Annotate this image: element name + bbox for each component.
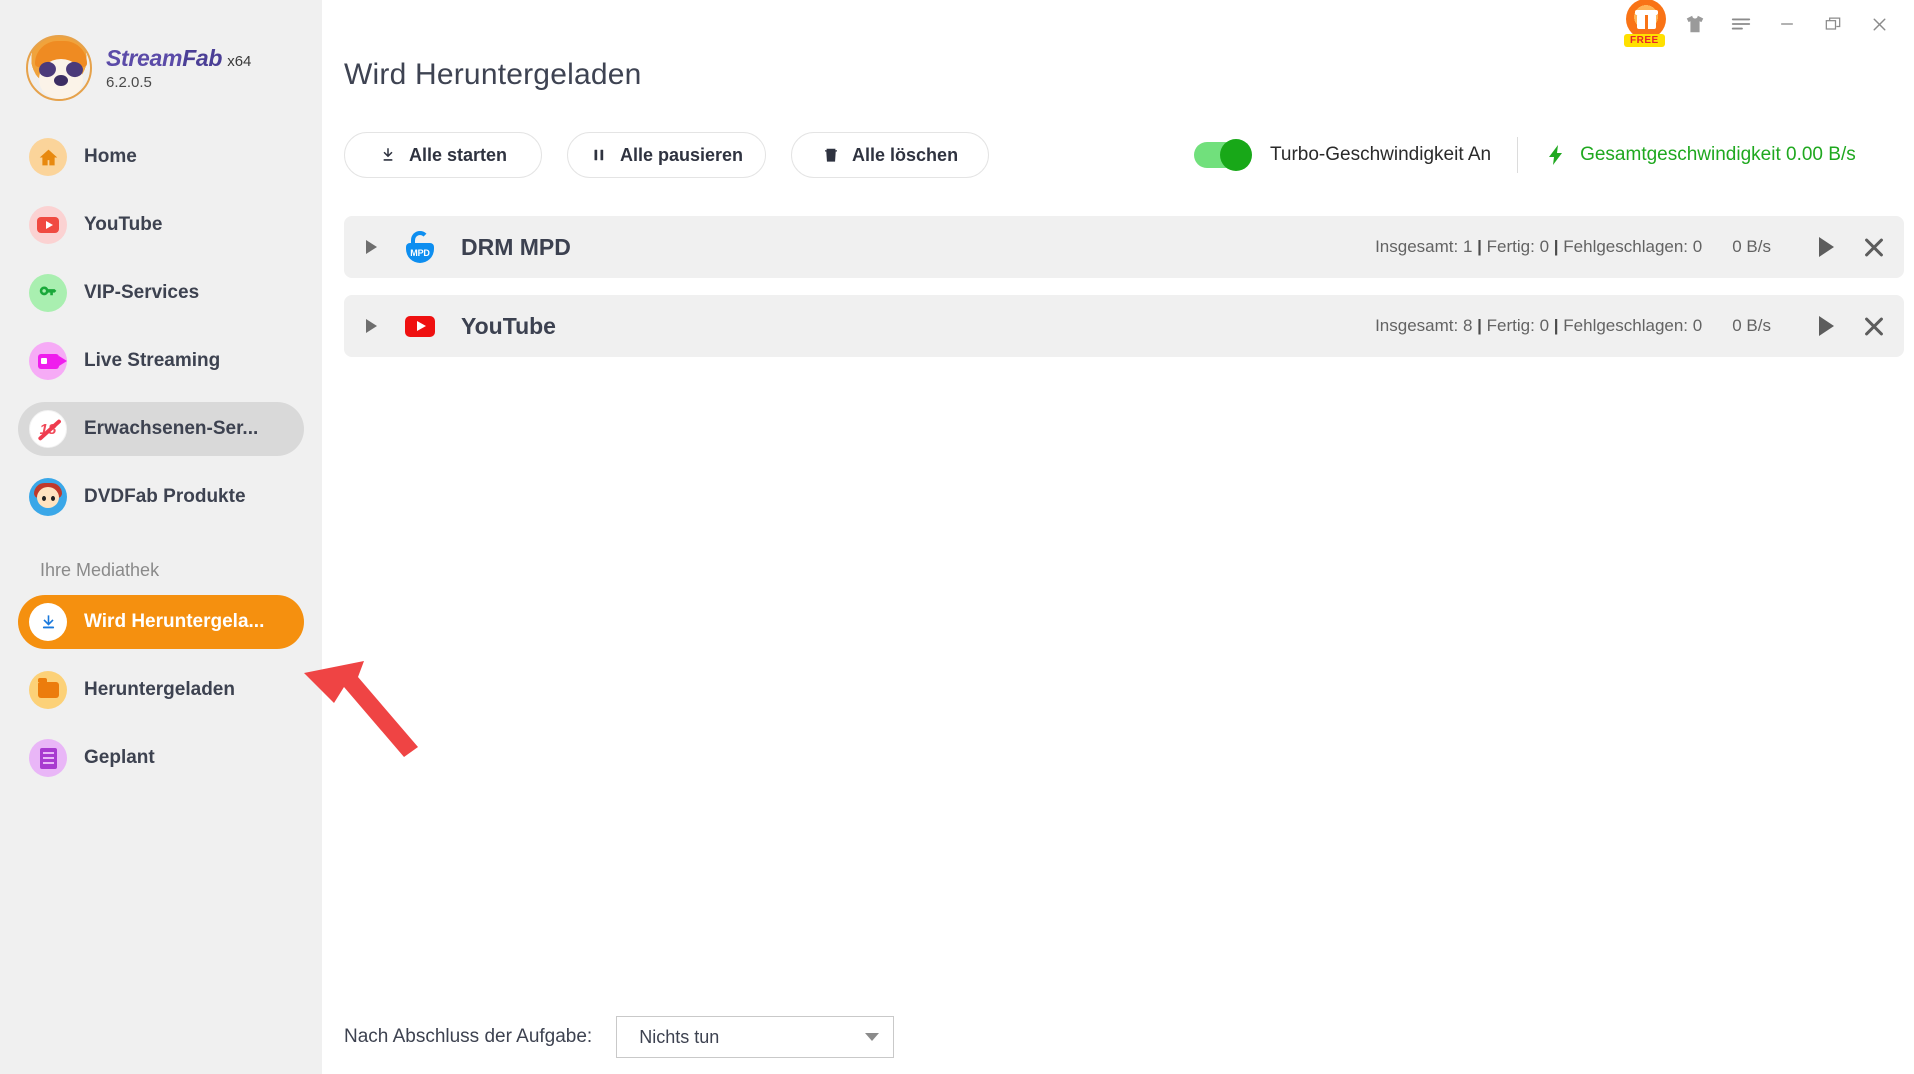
brand-version: 6.2.0.5 — [106, 73, 152, 91]
close-icon[interactable] — [1862, 314, 1886, 338]
failed-label: Fehlgeschlagen: — [1563, 237, 1689, 256]
total-label: Insgesamt: — [1375, 237, 1459, 256]
sidebar-section-label: Ihre Mediathek — [40, 560, 160, 580]
sidebar: StreamFab x64 6.2.0.5 Home YouTube VIP-S… — [0, 0, 322, 1074]
table-row[interactable]: YouTube Insgesamt: 8 | Fertig: 0 | Fehlg… — [344, 295, 1904, 357]
sidebar-item-home[interactable]: Home — [18, 130, 304, 184]
sidebar-item-label: Geplant — [84, 747, 155, 768]
total-label: Insgesamt: — [1375, 316, 1459, 335]
pause-icon — [590, 146, 608, 164]
turbo-speed-toggle[interactable] — [1194, 139, 1252, 171]
download-group-list: MPD DRM MPD Insgesamt: 1 | Fertig: 0 | F… — [344, 216, 1914, 357]
chevron-right-icon[interactable] — [366, 240, 377, 254]
app-brand: StreamFab x64 6.2.0.5 — [0, 0, 322, 108]
page-title: Wird Heruntergeladen — [344, 58, 642, 91]
after-task-value: Nichts tun — [639, 1026, 720, 1047]
close-icon[interactable] — [1856, 4, 1902, 44]
sidebar-item-erwachsenen-services[interactable]: 18 Erwachsenen-Ser... — [18, 402, 304, 456]
sidebar-item-label: Wird Heruntergela... — [84, 611, 265, 632]
start-all-button[interactable]: Alle starten — [344, 132, 542, 178]
sidebar-nav: Home YouTube VIP-Services Live Streaming… — [0, 130, 322, 785]
toolbar-divider — [1517, 137, 1519, 173]
row-stats: Insgesamt: 1 | Fertig: 0 | Fehlgeschlage… — [1375, 237, 1703, 256]
pause-all-button[interactable]: Alle pausieren — [567, 132, 767, 178]
row-speed: 0 B/s — [1732, 237, 1771, 256]
turbo-speed-label: Turbo-Geschwindigkeit An — [1270, 144, 1492, 165]
row-title: DRM MPD — [461, 233, 571, 260]
drm-mpd-lock-icon: MPD — [403, 230, 437, 264]
brand-name-part2: Fab — [182, 44, 223, 71]
sidebar-item-label: VIP-Services — [84, 282, 200, 303]
toolbar: Alle starten Alle pausieren Alle löschen — [344, 132, 1914, 178]
window-titlebar: FREE — [1620, 0, 1914, 48]
delete-all-button[interactable]: Alle löschen — [791, 132, 990, 178]
play-icon[interactable] — [1819, 316, 1834, 336]
close-icon[interactable] — [1862, 235, 1886, 259]
home-icon — [29, 138, 67, 176]
minimize-icon[interactable] — [1764, 4, 1810, 44]
youtube-icon — [403, 309, 437, 343]
pause-all-label: Alle pausieren — [620, 144, 744, 165]
sidebar-item-label: Heruntergeladen — [84, 679, 235, 700]
menu-hamburger-icon[interactable] — [1718, 4, 1764, 44]
sidebar-item-geplant[interactable]: Geplant — [18, 731, 304, 785]
sidebar-item-vip-services[interactable]: VIP-Services — [18, 266, 304, 320]
sidebar-item-label: Home — [84, 146, 137, 167]
after-task-bar: Nach Abschluss der Aufgabe: Nichts tun — [344, 1016, 895, 1058]
failed-label: Fehlgeschlagen: — [1563, 316, 1689, 335]
done-label: Fertig: — [1486, 237, 1535, 256]
key-icon — [29, 274, 67, 312]
schedule-list-icon — [29, 739, 67, 777]
download-arrow-icon — [29, 603, 67, 641]
chevron-down-icon — [865, 1033, 880, 1041]
play-icon[interactable] — [1819, 237, 1834, 257]
sidebar-item-label: DVDFab Produkte — [84, 486, 246, 507]
table-row[interactable]: MPD DRM MPD Insgesamt: 1 | Fertig: 0 | F… — [344, 216, 1904, 278]
trash-icon — [822, 146, 840, 164]
after-task-label: Nach Abschluss der Aufgabe: — [344, 1026, 593, 1047]
delete-all-label: Alle löschen — [852, 144, 959, 165]
sidebar-item-wird-heruntergeladen[interactable]: Wird Heruntergela... — [18, 595, 304, 649]
total-value: 8 — [1462, 316, 1473, 335]
dvdfab-mascot-icon — [29, 478, 67, 516]
sidebar-item-heruntergeladen[interactable]: Heruntergeladen — [18, 663, 304, 717]
failed-value: 0 — [1692, 316, 1703, 335]
turbo-speed-control: Turbo-Geschwindigkeit An Gesamtgeschwind… — [1194, 137, 1856, 173]
sidebar-item-live-streaming[interactable]: Live Streaming — [18, 334, 304, 388]
folder-icon — [29, 671, 67, 709]
restore-icon[interactable] — [1810, 4, 1856, 44]
start-all-label: Alle starten — [408, 144, 508, 165]
row-speed: 0 B/s — [1732, 316, 1771, 335]
free-badge: FREE — [1624, 34, 1665, 47]
download-icon — [379, 146, 397, 164]
done-label: Fertig: — [1486, 316, 1535, 335]
total-value: 1 — [1462, 237, 1473, 256]
sloth-mascot-icon — [26, 35, 92, 101]
done-value: 0 — [1539, 237, 1550, 256]
brand-name: StreamFab x64 — [106, 44, 252, 71]
row-stats: Insgesamt: 8 | Fertig: 0 | Fehlgeschlage… — [1375, 316, 1703, 335]
adult-18-blocked-icon: 18 — [29, 410, 67, 448]
gift-free-icon[interactable]: FREE — [1620, 0, 1672, 47]
brand-arch: x64 — [227, 52, 252, 70]
chevron-right-icon[interactable] — [366, 319, 377, 333]
main-content: FREE Wird Heruntergeladen Alle starten A… — [322, 0, 1914, 1074]
sidebar-item-youtube[interactable]: YouTube — [18, 198, 304, 252]
total-speed-label: Gesamtgeschwindigkeit 0.00 B/s — [1580, 144, 1856, 165]
youtube-icon — [29, 206, 67, 244]
tshirt-icon[interactable] — [1672, 4, 1718, 44]
brand-name-part1: Stream — [106, 44, 183, 71]
total-speed: Gesamtgeschwindigkeit 0.00 B/s — [1544, 142, 1856, 168]
sidebar-item-label: Live Streaming — [84, 350, 221, 371]
done-value: 0 — [1539, 316, 1550, 335]
row-title: YouTube — [461, 312, 556, 339]
video-camera-icon — [29, 342, 67, 380]
after-task-select[interactable]: Nichts tun — [616, 1016, 895, 1058]
lightning-bolt-icon — [1549, 145, 1563, 165]
sidebar-item-dvdfab-produkte[interactable]: DVDFab Produkte — [18, 470, 304, 524]
failed-value: 0 — [1692, 237, 1703, 256]
sidebar-item-label: YouTube — [84, 214, 163, 235]
sidebar-item-label: Erwachsenen-Ser... — [84, 418, 259, 439]
